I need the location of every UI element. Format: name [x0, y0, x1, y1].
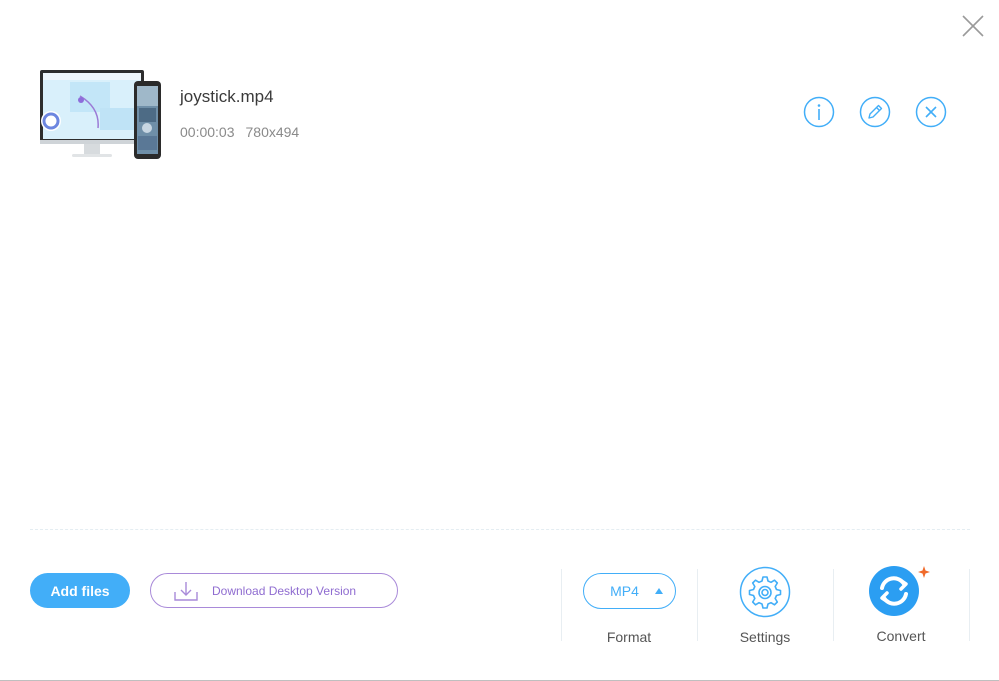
download-icon — [174, 581, 198, 601]
gear-icon[interactable] — [739, 566, 791, 618]
file-actions — [803, 96, 947, 128]
download-desktop-label: Download Desktop Version — [212, 583, 357, 598]
settings-label: Settings — [739, 629, 791, 645]
converter-dialog: joystick.mp4 00:00:03 780x494 Add files … — [0, 0, 999, 681]
toolbar-separator — [833, 569, 834, 641]
video-thumbnail — [40, 70, 161, 159]
download-desktop-button[interactable]: Download Desktop Version — [150, 573, 398, 608]
remove-icon[interactable] — [915, 96, 947, 128]
toolbar-separator — [697, 569, 698, 641]
file-name: joystick.mp4 — [180, 87, 274, 106]
file-meta: 00:00:03 780x494 — [180, 124, 299, 140]
toolbar-separator — [969, 569, 970, 641]
file-duration: 00:00:03 — [180, 124, 235, 140]
sparkle-icon — [918, 566, 930, 578]
footer-divider — [30, 529, 970, 530]
caret-up-icon — [655, 588, 663, 594]
convert-icon[interactable] — [868, 564, 932, 618]
convert-label: Convert — [876, 628, 926, 644]
format-value: MP4 — [610, 583, 639, 599]
pencil-icon[interactable] — [859, 96, 891, 128]
close-icon[interactable] — [958, 11, 988, 41]
info-icon[interactable] — [803, 96, 835, 128]
format-label: Format — [606, 629, 652, 645]
format-select[interactable]: MP4 — [583, 573, 676, 609]
toolbar-separator — [561, 569, 562, 641]
file-resolution: 780x494 — [245, 124, 300, 140]
add-files-button[interactable]: Add files — [30, 573, 130, 608]
file-item: joystick.mp4 00:00:03 780x494 — [40, 68, 960, 160]
